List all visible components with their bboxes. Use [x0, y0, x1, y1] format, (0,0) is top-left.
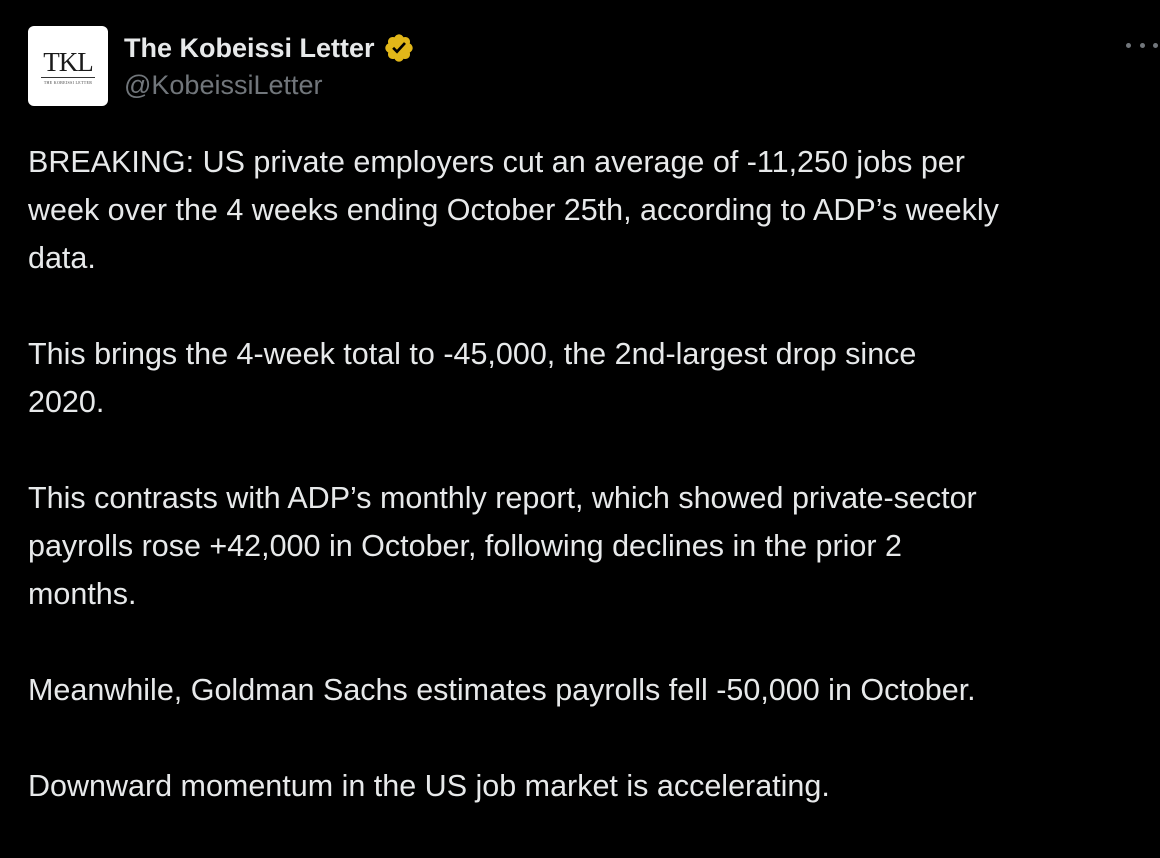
tweet-text: BREAKING: US private employers cut an av… [28, 138, 1148, 858]
tweet: TKL THE KOBEISSI LETTER The Kobeissi Let… [0, 0, 1160, 820]
more-dot [1126, 42, 1131, 48]
tweet-paragraph: This contrasts with ADP’s monthly report… [28, 481, 977, 611]
gold-verified-badge-icon[interactable] [383, 32, 415, 64]
author-name-row: The Kobeissi Letter [124, 30, 415, 66]
avatar[interactable]: TKL THE KOBEISSI LETTER [28, 26, 108, 106]
tweet-header: TKL THE KOBEISSI LETTER The Kobeissi Let… [28, 26, 415, 106]
author-names: The Kobeissi Letter @KobeissiLetter [124, 26, 415, 101]
tweet-paragraph: Meanwhile, Goldman Sachs estimates payro… [28, 673, 976, 707]
more-dot [1139, 42, 1145, 48]
tweet-paragraph: BREAKING: US private employers cut an av… [28, 145, 999, 275]
author-display-name[interactable]: The Kobeissi Letter [124, 33, 375, 64]
more-options-icon[interactable] [1126, 32, 1158, 58]
tweet-paragraph: Downward momentum in the US job market i… [28, 769, 830, 803]
more-dot [1153, 42, 1158, 48]
tweet-paragraph: This brings the 4-week total to -45,000,… [28, 337, 917, 419]
avatar-logo-text: TKL [41, 46, 95, 78]
author-handle[interactable]: @KobeissiLetter [124, 70, 415, 101]
avatar-logo-subtext: THE KOBEISSI LETTER [43, 79, 93, 85]
